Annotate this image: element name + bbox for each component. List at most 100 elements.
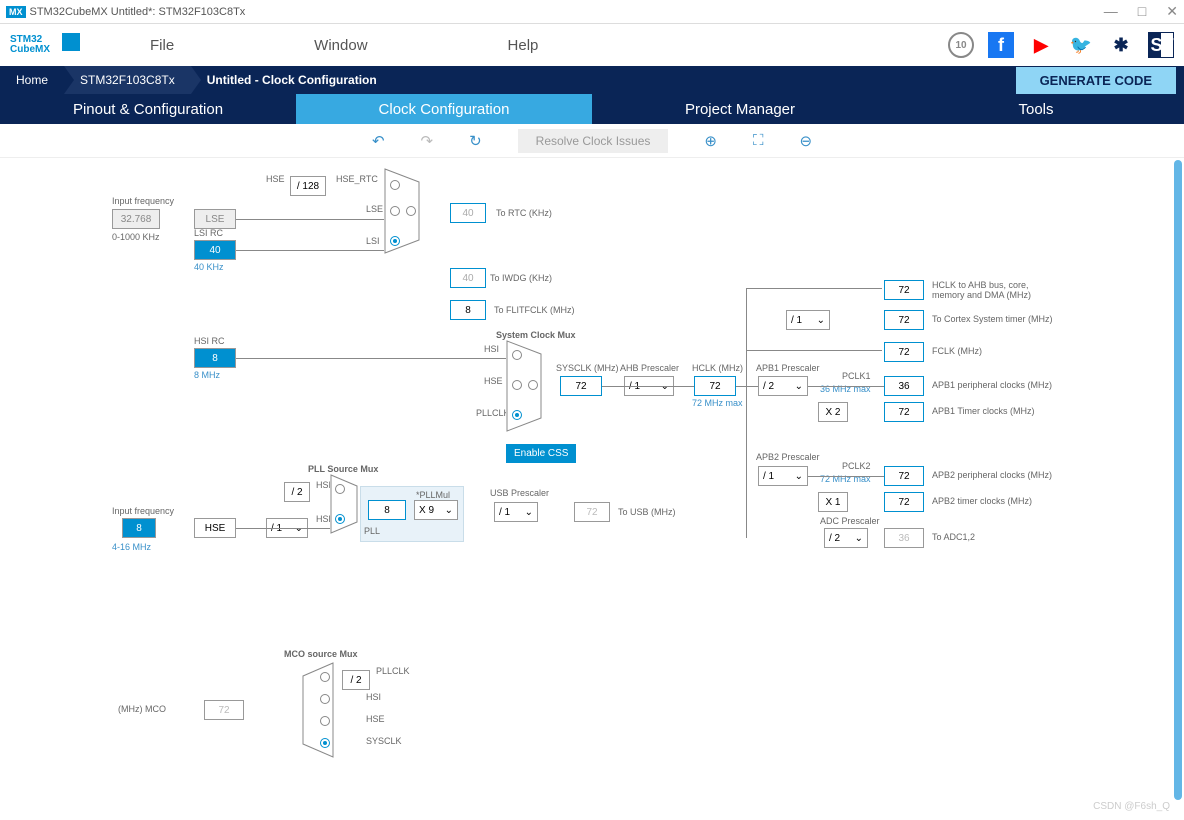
pll-mux-hse-radio[interactable] — [335, 514, 345, 524]
rtc-mux-hse-radio[interactable] — [390, 180, 400, 190]
rtc-label: To RTC (KHz) — [496, 208, 552, 218]
tab-pinout[interactable]: Pinout & Configuration — [0, 94, 296, 124]
hse-button[interactable]: HSE — [194, 518, 236, 538]
mco-value-box: 72 — [204, 700, 244, 720]
tab-project[interactable]: Project Manager — [592, 94, 888, 124]
apb2-prescaler-select[interactable]: / 1⌄ — [758, 466, 808, 486]
hclk-value-box[interactable]: 72 — [694, 376, 736, 396]
lse-range-label: 0-1000 KHz — [112, 232, 160, 242]
zoom-in-icon[interactable]: ⊕ — [704, 132, 717, 150]
iwdg-value-box: 40 — [450, 268, 486, 288]
lsi-value-box: 40 — [194, 240, 236, 260]
breadcrumb-bar: Home STM32F103C8Tx Untitled - Clock Conf… — [0, 66, 1184, 94]
rtc-mux-out-radio[interactable] — [406, 206, 416, 216]
iwdg-label: To IWDG (KHz) — [490, 273, 552, 283]
apb1-per-value: 36 — [884, 376, 924, 396]
mco-pllclk-label: PLLCLK — [376, 666, 410, 676]
pll-multiplier-select[interactable]: X 9⌄ — [414, 500, 458, 520]
sysmux-hse-radio[interactable] — [512, 380, 522, 390]
enable-css-button[interactable]: Enable CSS — [506, 444, 576, 463]
pllmul-label: *PLLMul — [416, 490, 450, 500]
fit-icon[interactable]: ⛶ — [753, 132, 764, 149]
apb2-per-label: APB2 peripheral clocks (MHz) — [932, 470, 1052, 480]
line — [602, 386, 694, 387]
generate-code-button[interactable]: GENERATE CODE — [1016, 67, 1176, 94]
out-cortex-label: To Cortex System timer (MHz) — [932, 314, 1053, 324]
label-input-frequency: Input frequency — [112, 196, 174, 206]
zoom-out-icon[interactable]: ⊖ — [799, 132, 812, 150]
pll-hsi-label: HSI — [316, 480, 331, 490]
out-ahb-value: 72 — [884, 280, 924, 300]
pll-mux-hsi-radio[interactable] — [335, 484, 345, 494]
st-logo[interactable]: ST — [1148, 32, 1174, 58]
sysmux-pllclk-label: PLLCLK — [476, 408, 510, 418]
sysmux-pllclk-radio[interactable] — [512, 410, 522, 420]
vertical-scrollbar[interactable] — [1174, 160, 1182, 800]
youtube-icon[interactable]: ▶ — [1028, 32, 1054, 58]
facebook-icon[interactable]: f — [988, 32, 1014, 58]
undo-icon[interactable]: ↶ — [372, 132, 385, 150]
hse-range-label: 4-16 MHz — [112, 542, 151, 552]
twitter-icon[interactable]: 🐦 — [1068, 32, 1094, 58]
lse-signal-label: LSE — [366, 204, 383, 214]
mco-hse-radio[interactable] — [320, 716, 330, 726]
apb1-prescaler-select[interactable]: / 2⌄ — [758, 376, 808, 396]
usb-prescaler-select[interactable]: / 1⌄ — [494, 502, 538, 522]
mco-hsi-label: HSI — [366, 692, 381, 702]
watermark: CSDN @F6sh_Q — [1093, 801, 1170, 812]
out-ahb-label: HCLK to AHB bus, core, memory and DMA (M… — [932, 280, 1062, 300]
rtc-mux-lse-radio[interactable] — [390, 206, 400, 216]
lsi-freq-label: 40 KHz — [194, 262, 224, 272]
lse-button[interactable]: LSE — [194, 209, 236, 229]
hsi-rc-label: HSI RC — [194, 336, 225, 346]
maximize-icon[interactable]: □ — [1138, 3, 1146, 20]
clock-diagram-canvas[interactable]: Input frequency 32.768 0-1000 KHz LSE LS… — [0, 158, 1184, 818]
tab-tools[interactable]: Tools — [888, 94, 1184, 124]
network-icon[interactable]: ✱ — [1108, 32, 1134, 58]
mco-hse-label: HSE — [366, 714, 385, 724]
pll-source-mux-label: PLL Source Mux — [308, 464, 378, 474]
line — [746, 350, 882, 351]
usb-to-label: To USB (MHz) — [618, 507, 676, 517]
pll-input-value: 8 — [368, 500, 406, 520]
label-input-frequency-2: Input frequency — [112, 506, 174, 516]
adc-prescaler-select[interactable]: / 2⌄ — [824, 528, 868, 548]
crumb-page[interactable]: Untitled - Clock Configuration — [191, 66, 393, 94]
minimize-icon[interactable]: — — [1104, 3, 1118, 20]
redo-icon[interactable]: ↷ — [421, 132, 434, 150]
menu-help[interactable]: Help — [438, 37, 609, 54]
menu-file[interactable]: File — [80, 37, 244, 54]
line — [736, 386, 758, 387]
out-fclk-label: FCLK (MHz) — [932, 346, 982, 356]
sysmux-out-radio[interactable] — [528, 380, 538, 390]
mco-mux-label: MCO source Mux — [284, 649, 358, 659]
tab-clock[interactable]: Clock Configuration — [296, 94, 592, 124]
menu-window[interactable]: Window — [244, 37, 437, 54]
hse-input-value-box[interactable]: 8 — [122, 518, 156, 538]
out-fclk-value: 72 — [884, 342, 924, 362]
rtc-mux-lsi-radio[interactable] — [390, 236, 400, 246]
resolve-issues-button[interactable]: Resolve Clock Issues — [518, 129, 669, 153]
crumb-chip[interactable]: STM32F103C8Tx — [64, 66, 191, 94]
rtc-value-box: 40 — [450, 203, 486, 223]
ahb-prescaler-label: AHB Prescaler — [620, 363, 679, 373]
out-cortex-value: 72 — [884, 310, 924, 330]
adc-to-label: To ADC1,2 — [932, 532, 975, 542]
reset-icon[interactable]: ↻ — [469, 132, 482, 150]
mco-sysclk-radio[interactable] — [320, 738, 330, 748]
hse-div128-box[interactable]: / 128 — [290, 176, 326, 196]
mco-pllclk-radio[interactable] — [320, 672, 330, 682]
lse-value-box[interactable]: 32.768 — [112, 209, 160, 229]
cortex-prescaler-select[interactable]: / 1⌄ — [786, 310, 830, 330]
sysmux-hsi-radio[interactable] — [512, 350, 522, 360]
line — [236, 358, 506, 359]
line — [236, 219, 384, 220]
pll-source-mux[interactable] — [330, 474, 358, 534]
mco-div-box: / 2 — [342, 670, 370, 690]
anniversary-icon[interactable]: 10 — [948, 32, 974, 58]
close-icon[interactable]: ✕ — [1166, 3, 1178, 20]
crumb-home[interactable]: Home — [0, 66, 64, 94]
hclk-label: HCLK (MHz) — [692, 363, 743, 373]
mco-hsi-radio[interactable] — [320, 694, 330, 704]
flitf-label: To FLITFCLK (MHz) — [494, 305, 575, 315]
